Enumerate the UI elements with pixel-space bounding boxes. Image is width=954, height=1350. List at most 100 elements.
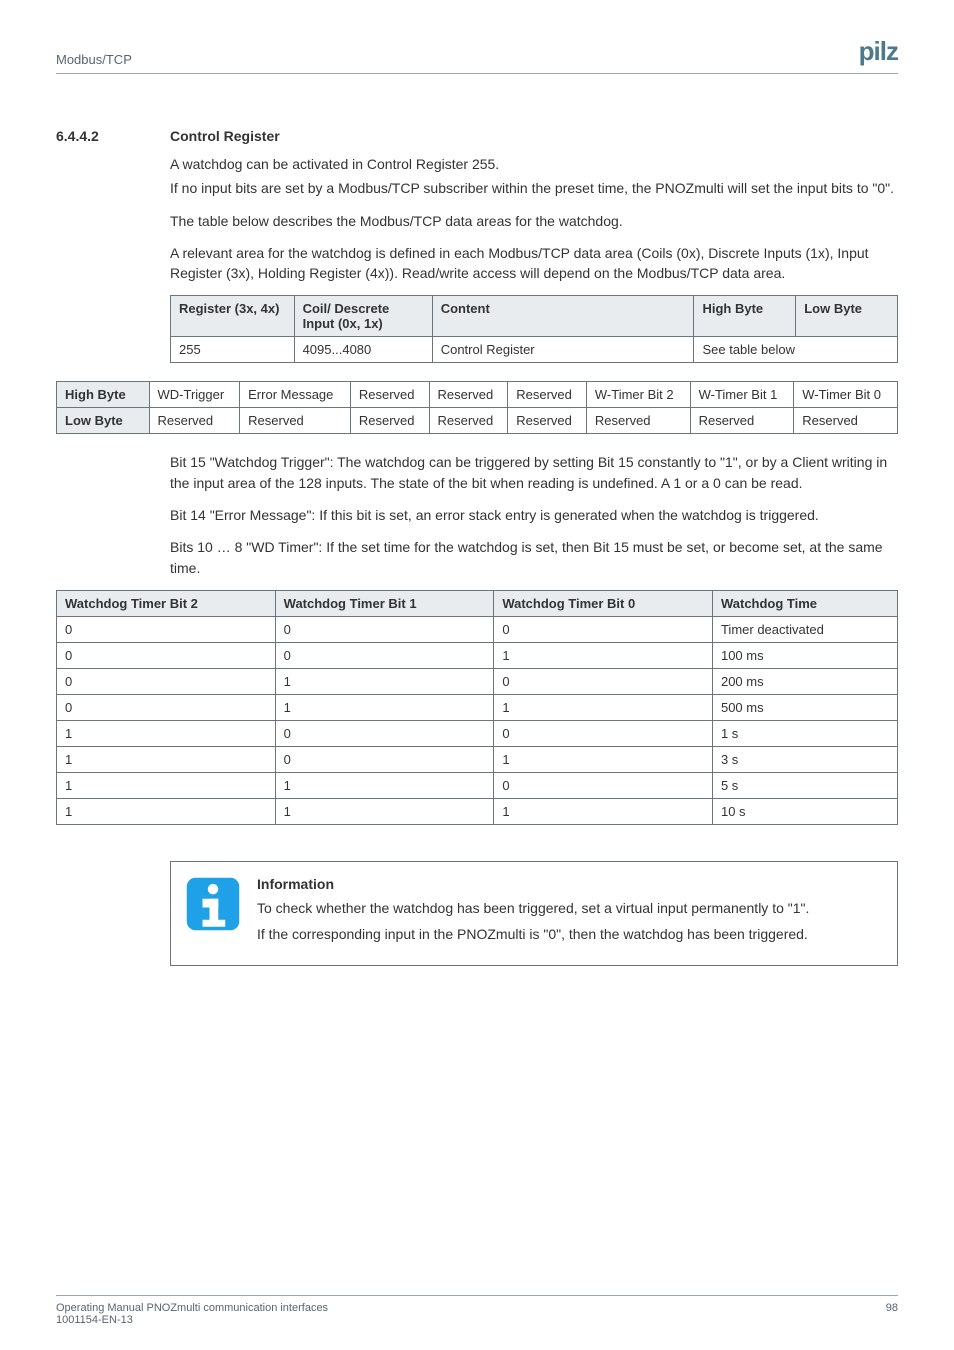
high-byte-row: High Byte WD-Trigger Error Message Reser…	[57, 382, 898, 408]
lb-cell-7: Reserved	[794, 408, 898, 434]
cell-content: Control Register	[432, 337, 694, 363]
bit15-description: Bit 15 "Watchdog Trigger": The watchdog …	[170, 452, 898, 493]
brand-logo: pilz	[859, 36, 898, 67]
watchdog-timer-table: Watchdog Timer Bit 2 Watchdog Timer Bit …	[56, 590, 898, 825]
wt-cell: 1	[494, 642, 713, 668]
wt-cell: Timer deactivated	[712, 616, 897, 642]
hb-cell-0: WD-Trigger	[149, 382, 240, 408]
wt-cell: 0	[275, 746, 494, 772]
wt-th-0: Watchdog Timer Bit 2	[57, 590, 276, 616]
wt-cell: 1	[494, 746, 713, 772]
wt-cell: 0	[494, 720, 713, 746]
hb-cell-5: W-Timer Bit 2	[586, 382, 690, 408]
wt-cell: 0	[494, 616, 713, 642]
lb-cell-4: Reserved	[508, 408, 587, 434]
low-byte-row: Low Byte Reserved Reserved Reserved Rese…	[57, 408, 898, 434]
wt-cell: 0	[57, 616, 276, 642]
heading-number: 6.4.4.2	[56, 128, 170, 144]
byte-layout-table: High Byte WD-Trigger Error Message Reser…	[56, 381, 898, 434]
lb-cell-0: Reserved	[149, 408, 240, 434]
hb-cell-4: Reserved	[508, 382, 587, 408]
bit14-description: Bit 14 "Error Message": If this bit is s…	[170, 505, 898, 525]
wt-cell: 0	[57, 668, 276, 694]
info-line-2: If the corresponding input in the PNOZmu…	[257, 924, 809, 944]
wt-cell: 0	[57, 694, 276, 720]
paragraph-intro-b: If no input bits are set by a Modbus/TCP…	[170, 178, 898, 198]
register-table: Register (3x, 4x) Coil/ Descrete Input (…	[170, 295, 898, 363]
wt-cell: 100 ms	[712, 642, 897, 668]
lb-cell-6: Reserved	[690, 408, 794, 434]
lb-cell-3: Reserved	[429, 408, 508, 434]
info-text-block: Information To check whether the watchdo…	[257, 876, 809, 951]
paragraph-intro-a: A watchdog can be activated in Control R…	[170, 154, 898, 174]
section-heading: 6.4.4.2 Control Register	[56, 128, 898, 144]
info-line-1: To check whether the watchdog has been t…	[257, 898, 809, 918]
rowhead-highbyte: High Byte	[57, 382, 150, 408]
wt-cell: 1	[494, 798, 713, 824]
info-title: Information	[257, 876, 809, 892]
wt-cell: 500 ms	[712, 694, 897, 720]
bit10-8-description: Bits 10 … 8 "WD Timer": If the set time …	[170, 537, 898, 578]
wt-cell: 1	[57, 720, 276, 746]
table-row: 001100 ms	[57, 642, 898, 668]
wt-cell: 0	[57, 642, 276, 668]
wt-cell: 0	[275, 720, 494, 746]
table-row: 010200 ms	[57, 668, 898, 694]
th-highbyte: High Byte	[694, 296, 796, 337]
hb-cell-3: Reserved	[429, 382, 508, 408]
table-row: 000Timer deactivated	[57, 616, 898, 642]
hb-cell-1: Error Message	[240, 382, 351, 408]
information-callout: Information To check whether the watchdo…	[170, 861, 898, 966]
cell-see-below: See table below	[694, 337, 898, 363]
table-row: 011500 ms	[57, 694, 898, 720]
wt-cell: 1	[275, 668, 494, 694]
heading-title: Control Register	[170, 128, 280, 144]
wt-cell: 200 ms	[712, 668, 897, 694]
wt-cell: 1	[275, 798, 494, 824]
table-row: 1001 s	[57, 720, 898, 746]
wt-cell: 10 s	[712, 798, 897, 824]
footer-manual-title: Operating Manual PNOZmulti communication…	[56, 1302, 328, 1314]
footer-doc-id: 1001154-EN-13	[56, 1314, 328, 1326]
wt-cell: 1	[275, 694, 494, 720]
table-row: 11110 s	[57, 798, 898, 824]
wt-th-1: Watchdog Timer Bit 1	[275, 590, 494, 616]
wt-cell: 1	[57, 798, 276, 824]
doc-section-label: Modbus/TCP	[56, 52, 132, 67]
wt-cell: 1	[57, 746, 276, 772]
info-icon	[185, 876, 241, 932]
page-number: 98	[886, 1302, 898, 1326]
th-register: Register (3x, 4x)	[171, 296, 295, 337]
wt-cell: 0	[494, 668, 713, 694]
lb-cell-2: Reserved	[350, 408, 429, 434]
cell-register: 255	[171, 337, 295, 363]
table-row: 1013 s	[57, 746, 898, 772]
wt-cell: 1	[275, 772, 494, 798]
lb-cell-1: Reserved	[240, 408, 351, 434]
wt-cell: 0	[275, 642, 494, 668]
hb-cell-7: W-Timer Bit 0	[794, 382, 898, 408]
rowhead-lowbyte: Low Byte	[57, 408, 150, 434]
wt-cell: 0	[494, 772, 713, 798]
wt-cell: 1	[494, 694, 713, 720]
table-row: 255 4095...4080 Control Register See tab…	[171, 337, 898, 363]
wt-cell: 1	[57, 772, 276, 798]
th-coil: Coil/ Descrete Input (0x, 1x)	[294, 296, 432, 337]
footer-left: Operating Manual PNOZmulti communication…	[56, 1302, 328, 1326]
table-row: 1105 s	[57, 772, 898, 798]
paragraph-area-desc: A relevant area for the watchdog is defi…	[170, 243, 898, 284]
cell-coil: 4095...4080	[294, 337, 432, 363]
lb-cell-5: Reserved	[586, 408, 690, 434]
top-bar: Modbus/TCP pilz	[56, 36, 898, 74]
wt-cell: 3 s	[712, 746, 897, 772]
wt-cell: 5 s	[712, 772, 897, 798]
th-lowbyte: Low Byte	[796, 296, 898, 337]
wt-th-2: Watchdog Timer Bit 0	[494, 590, 713, 616]
hb-cell-6: W-Timer Bit 1	[690, 382, 794, 408]
wt-cell: 0	[275, 616, 494, 642]
wt-cell: 1 s	[712, 720, 897, 746]
page-footer: Operating Manual PNOZmulti communication…	[56, 1295, 898, 1326]
wt-th-3: Watchdog Time	[712, 590, 897, 616]
hb-cell-2: Reserved	[350, 382, 429, 408]
th-content: Content	[432, 296, 694, 337]
